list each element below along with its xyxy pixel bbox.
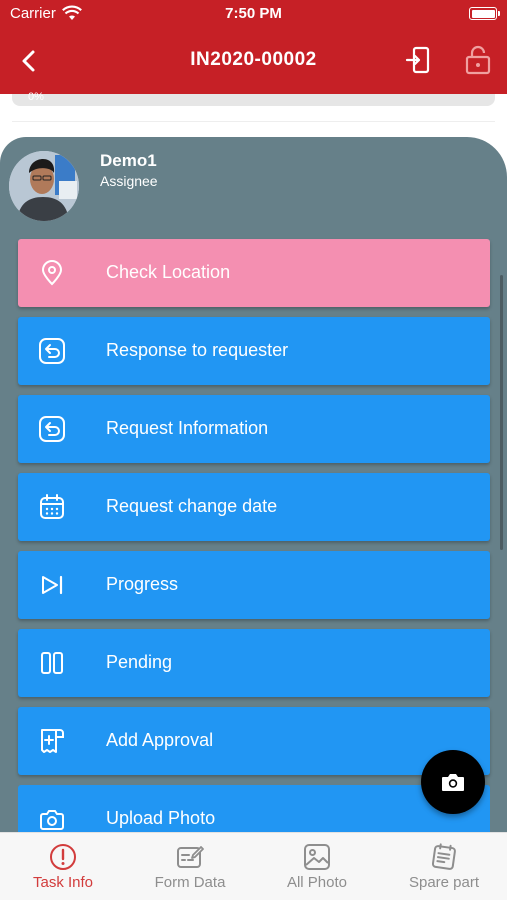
avatar	[9, 151, 79, 221]
add-approval-button[interactable]: Add Approval	[18, 707, 490, 775]
tab-label: Task Info	[32, 874, 94, 891]
tab-label: Spare part	[408, 874, 480, 891]
action-label: Check Location	[106, 262, 231, 282]
response-to-requester-button[interactable]: Response to requester	[18, 317, 490, 385]
progress-bar: 0%	[12, 91, 495, 106]
tab-label: Form Data	[154, 874, 226, 891]
divider	[12, 121, 495, 122]
status-bar: Carrier 7:50 PM	[0, 0, 507, 28]
upload-photo-button[interactable]: Upload Photo	[18, 785, 490, 832]
return-arrow-icon	[38, 337, 66, 365]
request-information-button[interactable]: Request Information	[18, 395, 490, 463]
action-label: Request Information	[106, 418, 269, 438]
transfer-device-icon[interactable]	[403, 44, 435, 76]
assignee-name: Demo1	[100, 151, 157, 170]
tab-all-photo[interactable]: All Photo	[254, 833, 380, 900]
calendar-icon	[38, 493, 66, 521]
request-change-date-button[interactable]: Request change date	[18, 473, 490, 541]
nav-bar: IN2020-00002	[0, 28, 507, 94]
action-label: Progress	[106, 574, 179, 594]
action-label: Request change date	[106, 496, 278, 516]
return-arrow-icon	[38, 415, 66, 443]
pending-button[interactable]: Pending	[18, 629, 490, 697]
progress-button[interactable]: Progress	[18, 551, 490, 619]
tab-task-info[interactable]: Task Info	[0, 833, 126, 900]
location-pin-icon	[38, 259, 66, 287]
action-label: Response to requester	[106, 340, 289, 360]
progress-label: 0%	[28, 91, 44, 103]
form-edit-icon	[177, 846, 204, 868]
progress-section: 0%	[0, 91, 507, 134]
image-icon	[304, 844, 330, 870]
battery-icon	[469, 7, 500, 20]
play-next-icon	[38, 571, 66, 599]
assignee-role: Assignee	[100, 173, 158, 189]
action-label: Pending	[106, 652, 173, 672]
action-label: Add Approval	[106, 730, 214, 750]
action-label: Upload Photo	[106, 808, 216, 828]
tab-label: All Photo	[286, 874, 348, 891]
add-receipt-icon	[38, 727, 66, 755]
spare-part-list-icon	[431, 843, 456, 870]
camera-upload-icon	[38, 805, 66, 833]
camera-icon	[442, 774, 464, 791]
pause-icon	[38, 649, 66, 677]
unlock-icon[interactable]	[462, 44, 494, 76]
tab-spare-part[interactable]: Spare part	[381, 833, 507, 900]
alert-circle-icon	[50, 844, 76, 870]
check-location-button[interactable]: Check Location	[18, 239, 490, 307]
tab-form-data[interactable]: Form Data	[127, 833, 253, 900]
clock: 7:50 PM	[225, 5, 282, 22]
camera-fab-button[interactable]	[421, 750, 485, 814]
scrollbar[interactable]	[500, 275, 503, 550]
tab-bar: Task Info Form Data All Photo Spare part	[0, 832, 507, 900]
